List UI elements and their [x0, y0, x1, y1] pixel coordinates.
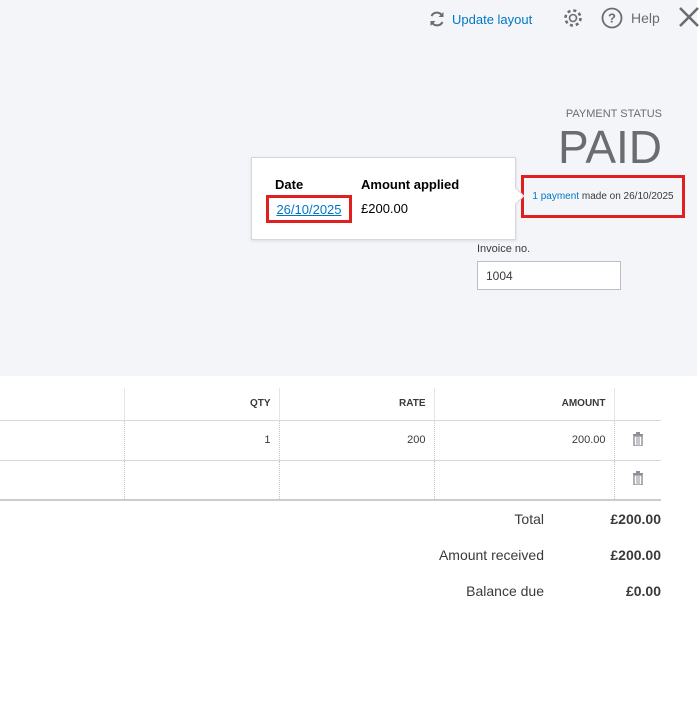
payment-link[interactable]: 1 payment [532, 191, 579, 202]
payment-status-value: PAID [558, 121, 662, 173]
delete-row-button[interactable] [613, 419, 661, 460]
trash-icon [632, 431, 643, 447]
invoice-no-label: Invoice no. [477, 243, 531, 255]
amount-received-value: £200.00 [610, 547, 661, 563]
date-header: Date [275, 177, 304, 192]
total-value: £200.00 [610, 511, 661, 527]
line-items-table: QTY RATE AMOUNT 1 200 200.00 [0, 388, 661, 501]
header-rate: RATE [278, 388, 434, 420]
payment-status-label: PAYMENT STATUS [565, 108, 662, 120]
delete-row-button[interactable] [613, 459, 661, 501]
rate-cell[interactable]: 200 [278, 419, 434, 460]
help-label: Help [631, 10, 660, 26]
payment-date-link[interactable]: 26/10/2025 [276, 202, 341, 217]
table-row [0, 459, 661, 501]
invoice-no-input[interactable] [477, 261, 621, 290]
help-button[interactable]: ? Help [601, 7, 660, 29]
header-qty: QTY [123, 388, 279, 420]
header-amount: AMOUNT [433, 388, 614, 420]
trash-icon [632, 471, 643, 486]
amount-applied-header: Amount applied [361, 177, 460, 192]
description-cell[interactable] [0, 459, 124, 501]
amount-cell[interactable] [433, 459, 614, 501]
svg-text:?: ? [608, 11, 616, 26]
help-icon: ? [601, 7, 623, 29]
description-cell[interactable] [0, 419, 124, 460]
header-description [0, 388, 124, 420]
header-actions [613, 388, 661, 420]
close-icon [679, 7, 699, 27]
amount-received-label: Amount received [438, 547, 544, 563]
settings-button[interactable] [562, 7, 584, 34]
rate-cell[interactable] [278, 459, 434, 501]
balance-due-row: Balance due £0.00 [300, 583, 661, 599]
table-row: 1 200 200.00 [0, 419, 661, 460]
refresh-icon [430, 11, 444, 27]
update-layout-label: Update layout [452, 11, 533, 27]
gear-icon [564, 9, 582, 27]
amount-cell[interactable]: 200.00 [433, 419, 614, 460]
update-layout-button[interactable]: Update layout [428, 10, 532, 28]
total-row: Total £200.00 [300, 511, 661, 527]
amount-applied-value: £200.00 [361, 201, 408, 216]
table-header: QTY RATE AMOUNT [0, 388, 661, 420]
amount-received-row: Amount received £200.00 [300, 547, 661, 563]
qty-cell[interactable] [123, 459, 279, 501]
balance-due-label: Balance due [466, 583, 544, 599]
qty-cell[interactable]: 1 [123, 419, 279, 460]
payment-date-highlight: 26/10/2025 [266, 195, 352, 223]
payment-summary: 1 payment made on 26/10/2025 [521, 175, 685, 218]
payment-popover: Date Amount applied 26/10/2025 £200.00 [251, 157, 525, 240]
close-button[interactable] [678, 6, 700, 33]
balance-due-value: £0.00 [625, 583, 661, 599]
payment-summary-text: made on 26/10/2025 [581, 191, 674, 202]
total-label: Total [514, 511, 544, 527]
